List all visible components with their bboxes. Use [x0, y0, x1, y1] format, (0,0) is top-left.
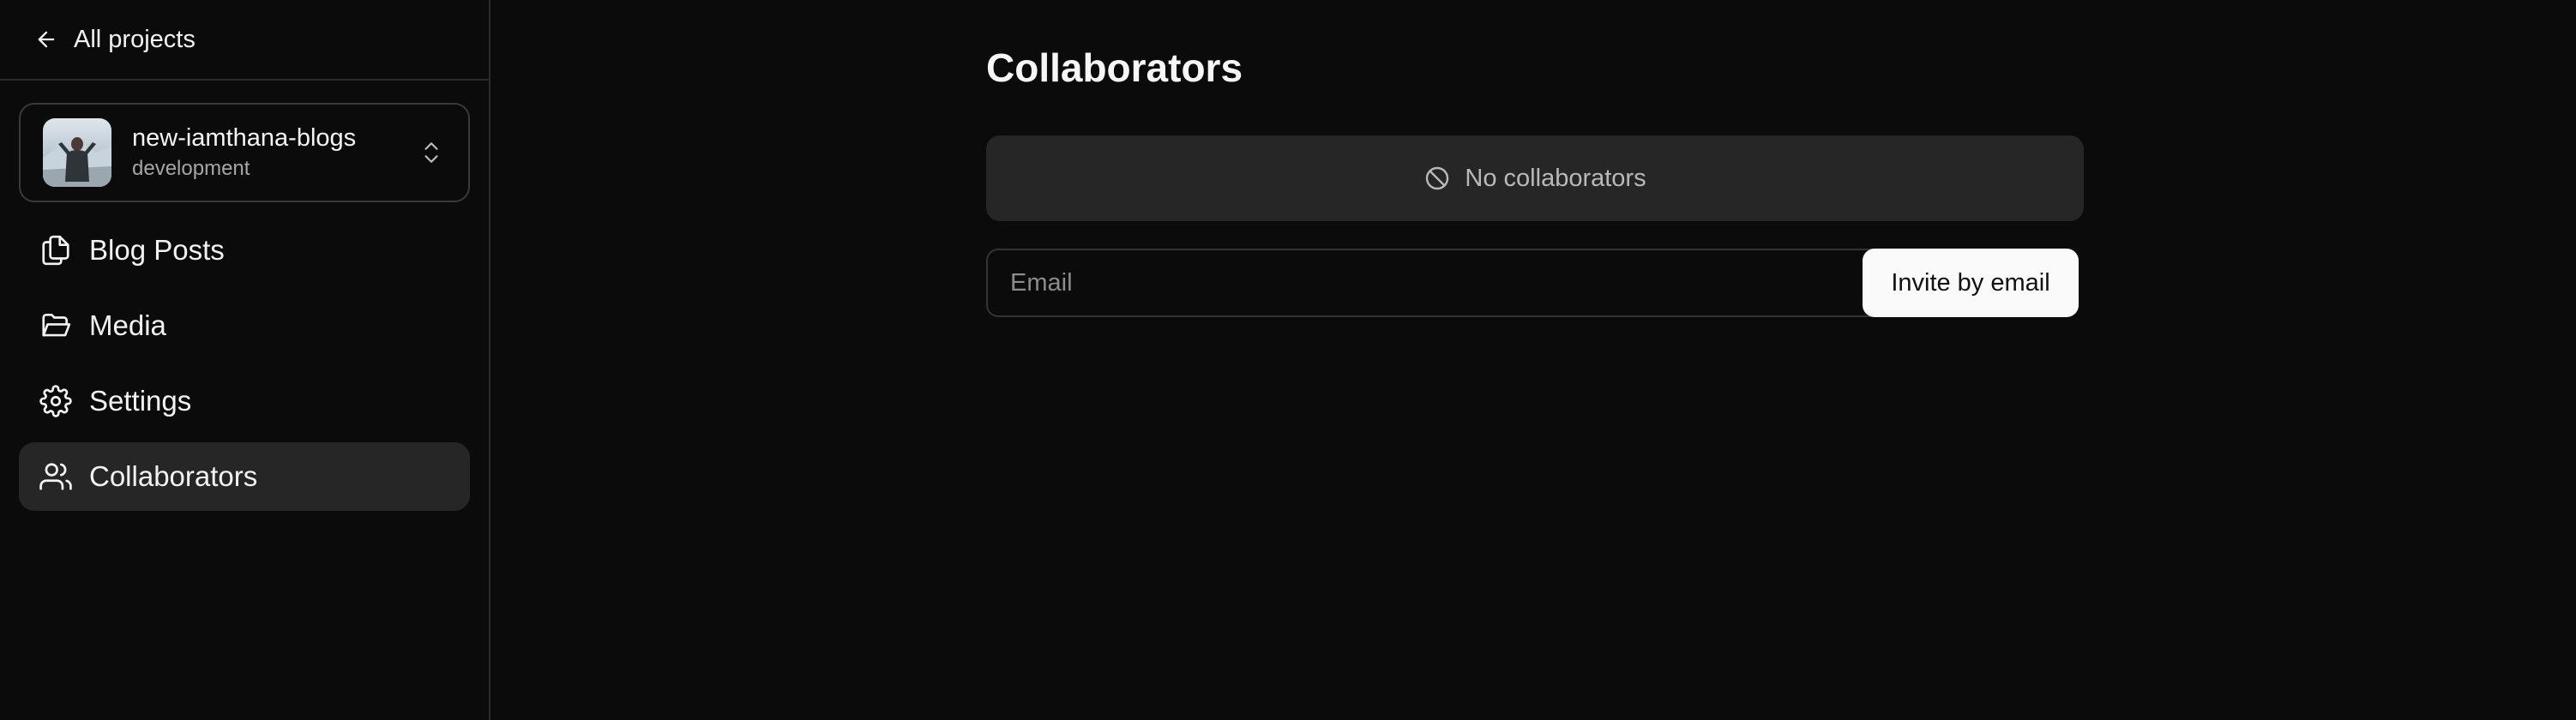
all-projects-label: All projects: [74, 25, 196, 53]
email-input[interactable]: [986, 249, 1914, 317]
project-environment: development: [132, 157, 250, 180]
sidebar-item-collaborators[interactable]: Collaborators: [19, 442, 470, 511]
project-switcher[interactable]: new-iamthana-blogs development: [19, 103, 470, 202]
empty-state-label: No collaborators: [1465, 164, 1646, 192]
sidebar-item-settings[interactable]: Settings: [19, 367, 470, 435]
sidebar-nav: Blog Posts Media Settings Collaborators: [19, 216, 470, 518]
sidebar: All projects new-iamthana-blogs developm…: [0, 0, 491, 720]
sidebar-item-label: Collaborators: [89, 460, 258, 492]
users-icon: [39, 463, 72, 490]
app-window: All projects new-iamthana-blogs developm…: [0, 0, 2576, 720]
sidebar-item-media[interactable]: Media: [19, 291, 470, 360]
sidebar-item-label: Media: [89, 309, 166, 341]
project-avatar-image: [43, 118, 111, 187]
all-projects-link[interactable]: All projects: [0, 0, 489, 81]
main-content: Collaborators No collaborators Invite by…: [491, 0, 2576, 720]
project-info: new-iamthana-blogs development: [132, 123, 356, 183]
sidebar-item-blog-posts[interactable]: Blog Posts: [19, 216, 470, 285]
sidebar-item-label: Settings: [89, 385, 192, 417]
project-name: new-iamthana-blogs: [132, 124, 357, 152]
sidebar-item-label: Blog Posts: [89, 234, 225, 266]
chevron-up-down-icon: [424, 142, 438, 163]
invite-by-email-button[interactable]: Invite by email: [1863, 249, 2079, 317]
project-avatar: [43, 118, 111, 187]
gear-icon: [39, 385, 72, 417]
folder-open-icon: [42, 313, 71, 337]
page-title: Collaborators: [986, 45, 1243, 90]
documents-icon: [42, 235, 69, 266]
arrow-left-icon: [38, 31, 55, 48]
ban-icon: [1426, 166, 1449, 190]
empty-state-panel: No collaborators: [986, 135, 2084, 221]
